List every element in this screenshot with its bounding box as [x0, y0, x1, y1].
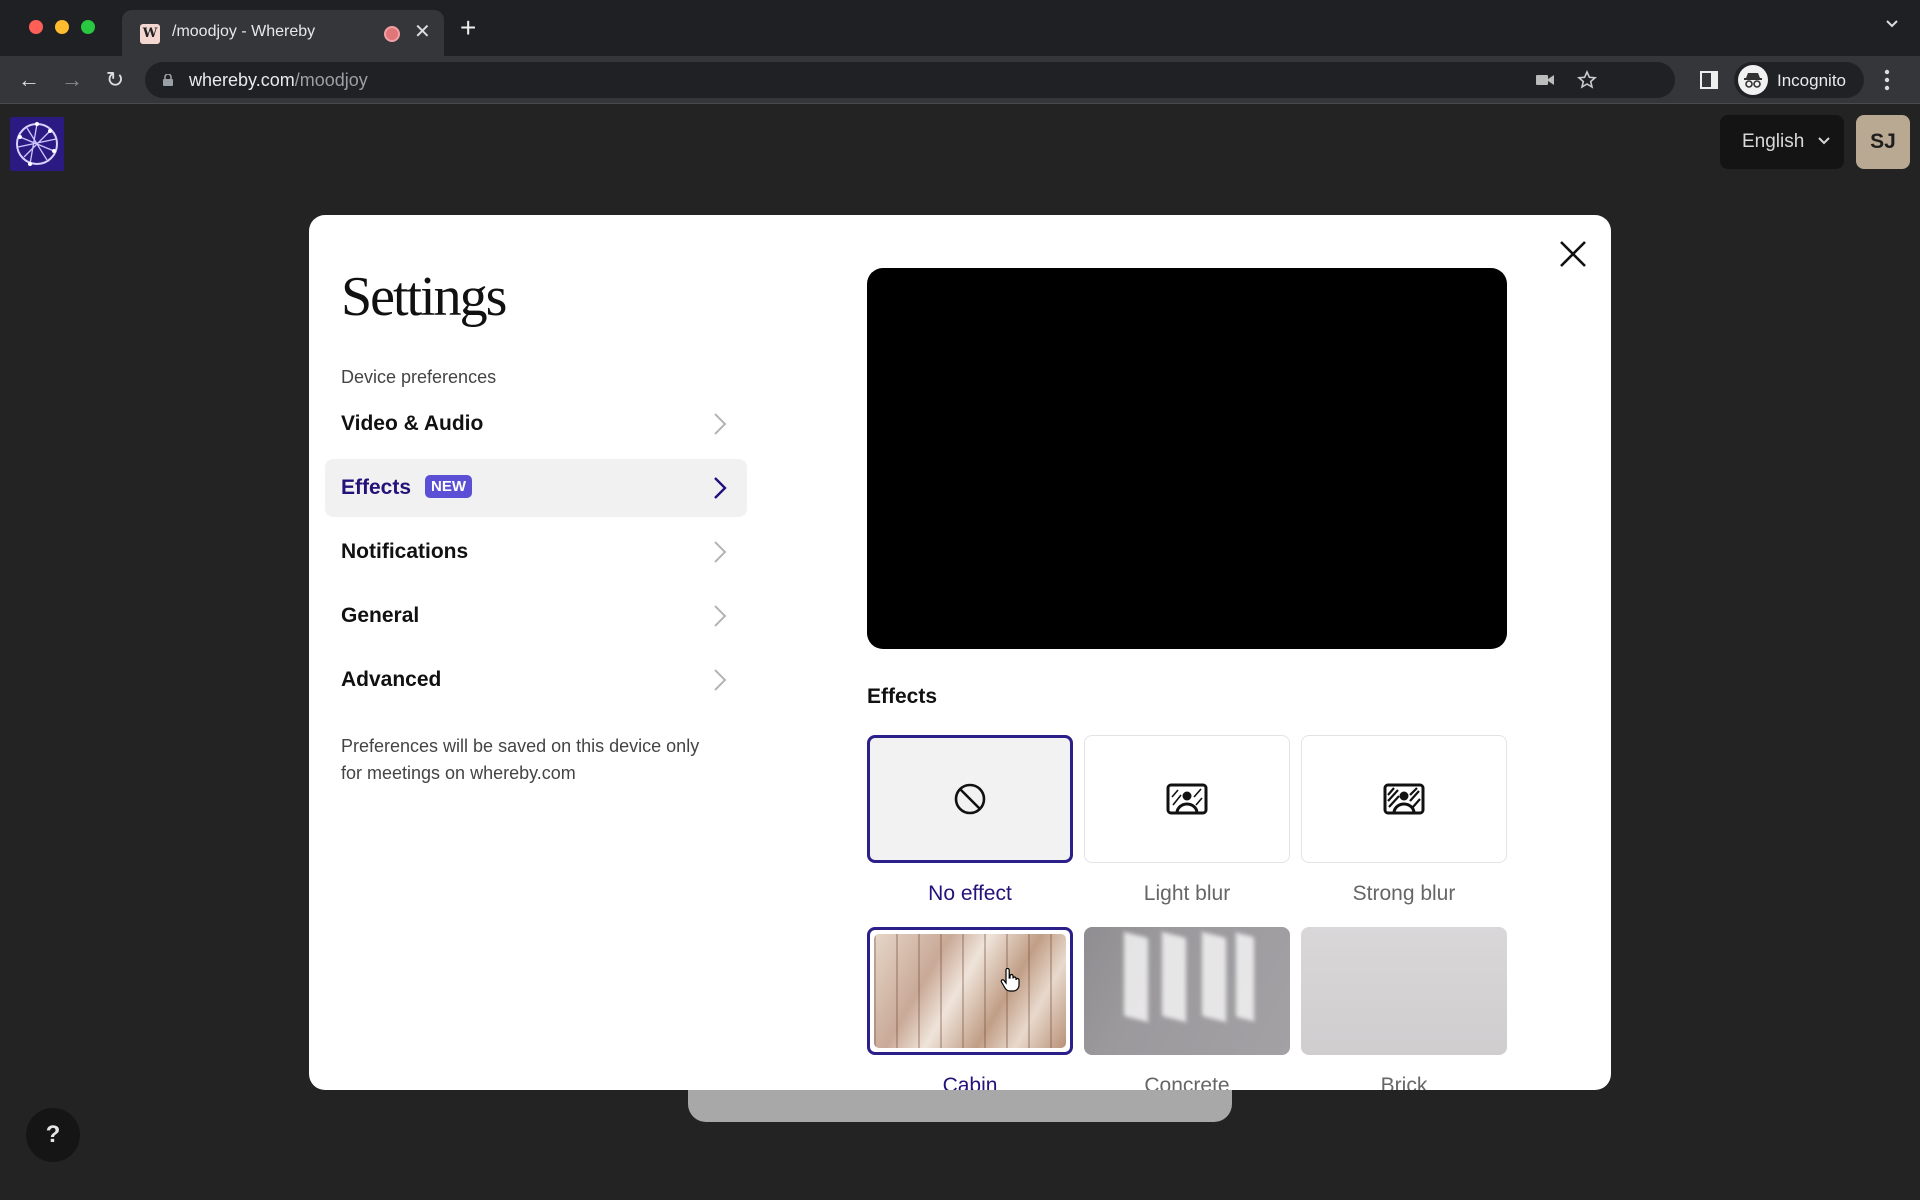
chevron-right-icon [714, 477, 727, 499]
settings-modal: Settings Device preferences Video & Audi… [309, 215, 1611, 1090]
tab-list-icon[interactable] [1886, 18, 1898, 30]
window-maximize-button[interactable] [81, 20, 95, 34]
effect-tile[interactable] [1301, 927, 1507, 1055]
browser-tab[interactable]: W /moodjoy - Whereby ✕ [122, 10, 444, 56]
nav-item-label: Notifications [341, 540, 469, 563]
nav-item-video-audio[interactable]: Video & Audio [325, 395, 747, 453]
browser-toolbar: ← → ↻ whereby.com/moodjoy Incognito [0, 56, 1920, 104]
url-path: /moodjoy [294, 70, 368, 90]
incognito-icon [1738, 65, 1768, 95]
side-panel-icon[interactable] [1699, 70, 1719, 90]
video-preview [867, 268, 1507, 649]
new-badge: NEW [425, 475, 472, 498]
help-button[interactable]: ? [26, 1108, 80, 1162]
no-effect-icon [954, 783, 986, 815]
effect-tile[interactable] [1084, 927, 1290, 1055]
window-minimize-button[interactable] [55, 20, 69, 34]
brick-background-image [1301, 927, 1507, 1055]
effect-label: Strong blur [1352, 882, 1456, 905]
nav-item-label: General [341, 604, 420, 627]
hand-cursor-icon [1000, 968, 1020, 992]
effect-tile[interactable] [1084, 735, 1290, 863]
language-label: English [1742, 131, 1805, 152]
device-preferences-label: Device preferences [341, 367, 497, 387]
language-select[interactable]: English [1720, 115, 1844, 169]
chevron-right-icon [714, 669, 727, 691]
reload-icon[interactable]: ↻ [103, 68, 127, 92]
cabin-background-image [874, 934, 1066, 1048]
chevron-right-icon [714, 605, 727, 627]
camera-icon[interactable] [1535, 70, 1555, 90]
effect-tile[interactable] [867, 735, 1073, 863]
tab-title: /moodjoy - Whereby [172, 23, 316, 40]
effect-label: Concrete [1144, 1074, 1230, 1090]
nav-item-label: Effects [341, 476, 412, 499]
whereby-favicon-icon: W [140, 24, 160, 44]
effect-label: Cabin [942, 1074, 998, 1090]
nav-item-advanced[interactable]: Advanced [325, 651, 747, 709]
lock-icon[interactable] [163, 74, 173, 86]
effect-tile[interactable] [1301, 735, 1507, 863]
strong-blur-icon [1383, 783, 1425, 815]
preferences-note: Preferences will be saved on this device… [341, 736, 700, 783]
user-avatar[interactable]: SJ [1856, 115, 1910, 169]
chevron-right-icon [714, 541, 727, 563]
kebab-menu-icon[interactable] [1884, 68, 1890, 92]
browser-tab-strip: W /moodjoy - Whereby ✕ + [0, 0, 1920, 56]
whereby-logo[interactable] [10, 117, 64, 171]
url-domain: whereby.com [189, 70, 295, 90]
light-blur-icon [1166, 783, 1208, 815]
nav-item-label: Advanced [341, 668, 442, 691]
incognito-profile-button[interactable]: Incognito [1734, 62, 1864, 98]
chevron-right-icon [714, 413, 727, 435]
nav-item-notifications[interactable]: Notifications [325, 523, 747, 581]
effects-heading: Effects [867, 685, 938, 708]
effect-label: No effect [928, 882, 1012, 905]
effect-label: Brick [1380, 1074, 1428, 1090]
settings-nav: Video & Audio Effects NEW Notifications … [325, 395, 747, 715]
tab-close-icon[interactable]: ✕ [414, 19, 431, 44]
chevron-down-icon [1818, 137, 1830, 145]
settings-title: Settings [341, 266, 507, 328]
nav-item-effects[interactable]: Effects NEW [325, 459, 747, 517]
concrete-background-image [1084, 927, 1290, 1055]
record-icon [384, 26, 400, 42]
url-text[interactable]: whereby.com/moodjoy [189, 70, 368, 91]
effect-label: Light blur [1143, 882, 1231, 905]
effect-tile[interactable] [867, 927, 1073, 1055]
star-icon[interactable] [1577, 70, 1597, 90]
nav-item-general[interactable]: General [325, 587, 747, 645]
close-icon[interactable] [1556, 237, 1590, 271]
new-tab-icon[interactable]: + [460, 12, 476, 44]
address-bar[interactable]: whereby.com/moodjoy [145, 62, 1675, 98]
incognito-label: Incognito [1777, 71, 1846, 90]
nav-item-label: Video & Audio [341, 412, 484, 435]
back-icon[interactable]: ← [17, 68, 41, 92]
forward-icon[interactable]: → [60, 68, 84, 92]
window-close-button[interactable] [29, 20, 43, 34]
